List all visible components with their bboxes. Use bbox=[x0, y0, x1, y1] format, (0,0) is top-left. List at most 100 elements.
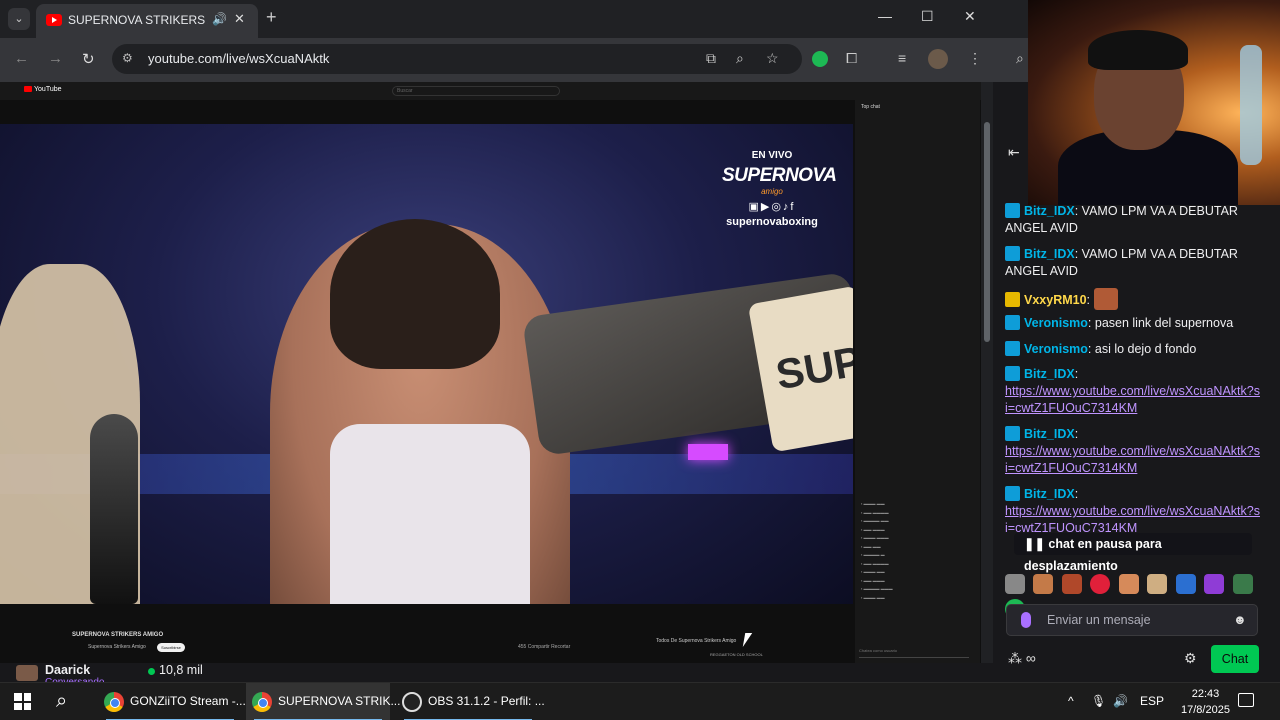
brand-logo-text: SUPERNOVA bbox=[722, 165, 837, 186]
emote-icon[interactable] bbox=[1175, 574, 1196, 594]
video-player[interactable]: SUP EN VIVO SUPERNOVA amigo ▣▶◎♪f supern… bbox=[0, 124, 853, 604]
social-handle: supernovaboxing bbox=[726, 216, 818, 228]
recommendation-chips[interactable]: Todos De Supernova Strikers Amigo bbox=[656, 638, 736, 644]
emote-icon[interactable] bbox=[1204, 574, 1225, 594]
close-tab-icon[interactable]: ✕ bbox=[234, 11, 245, 27]
chat-username[interactable]: Veronismo bbox=[1024, 342, 1088, 356]
windows-start-icon[interactable] bbox=[14, 693, 31, 710]
chat-message: Bitz_IDX: https://www.youtube.com/live/ws… bbox=[1005, 366, 1260, 415]
chrome-icon bbox=[104, 692, 124, 712]
emote-icon[interactable] bbox=[1033, 574, 1054, 594]
chat-header[interactable]: Top chat bbox=[861, 104, 880, 110]
badge-icon bbox=[1005, 366, 1020, 381]
media-controls-icon[interactable]: ≡ bbox=[898, 50, 906, 66]
chat-link[interactable]: https://www.youtube.com/live/wsXcuaNAktk… bbox=[1005, 384, 1260, 415]
search-lens-icon[interactable]: ⌕ bbox=[1016, 50, 1024, 67]
chat-username[interactable]: Bitz_IDX bbox=[1024, 204, 1075, 218]
streamer-cap bbox=[1088, 30, 1188, 70]
chat-message: Veronismo: asi lo dejo d fondo bbox=[1005, 341, 1260, 358]
streamer-name[interactable]: Daarick bbox=[45, 663, 90, 677]
youtube-search-input[interactable]: Buscar bbox=[392, 86, 560, 96]
back-arrow-icon[interactable]: ← bbox=[14, 50, 29, 67]
chat-username[interactable]: Bitz_IDX bbox=[1024, 427, 1075, 441]
search-icon[interactable]: ⌕ bbox=[56, 690, 67, 713]
taskbar-app-label: OBS 31.1.2 - Perfil: ... bbox=[428, 694, 545, 708]
chat-username[interactable]: Bitz_IDX bbox=[1024, 487, 1075, 501]
tab-active[interactable]: SUPERNOVA STRIKERS AMIG 🔊 ✕ bbox=[36, 4, 258, 38]
streamer-avatar[interactable] bbox=[16, 665, 38, 681]
system-clock[interactable]: 22:43 17/8/2025 bbox=[1181, 686, 1230, 718]
taskbar-app-label: GONZiiTO Stream -... bbox=[130, 694, 246, 708]
twitch-chat-input[interactable]: Enviar un mensaje ☻ bbox=[1006, 604, 1258, 636]
bookmark-star-icon[interactable]: ☆ bbox=[766, 50, 779, 67]
recommended-video-title[interactable]: REGGAETON OLD SCHOOL bbox=[710, 652, 763, 657]
channel-points-icon[interactable]: ⁂ ∞ bbox=[1008, 650, 1036, 667]
zoom-icon[interactable]: ⌕ bbox=[736, 50, 744, 67]
emote-icon[interactable] bbox=[1118, 574, 1139, 594]
reload-icon[interactable]: ↻ bbox=[82, 50, 95, 68]
speaker-icon[interactable]: 🔊 bbox=[212, 12, 227, 26]
tab-search-button[interactable]: ⌄ bbox=[8, 8, 30, 30]
emote-icon[interactable] bbox=[1005, 574, 1025, 594]
browser-window: ⌄ SUPERNOVA STRIKERS AMIG 🔊 ✕ + — ☐ ✕ ← … bbox=[0, 0, 1028, 663]
forward-arrow-icon[interactable]: → bbox=[48, 50, 63, 67]
obs-icon bbox=[402, 692, 422, 712]
maximize-icon[interactable]: ☐ bbox=[921, 8, 934, 25]
chat-link[interactable]: https://www.youtube.com/live/wsXcuaNAktk… bbox=[1005, 444, 1260, 475]
gear-icon[interactable]: ⚙ bbox=[1184, 650, 1197, 667]
badge-icon bbox=[1005, 341, 1020, 356]
youtube-chat-input[interactable]: Chatea como usuario bbox=[859, 648, 969, 658]
brand-sub-text: amigo bbox=[761, 187, 783, 196]
taskbar-app-obs[interactable]: OBS 31.1.2 - Perfil: ... bbox=[396, 683, 545, 720]
url-text[interactable]: youtube.com/live/wsXcuaNAktk bbox=[148, 51, 329, 66]
chat-username[interactable]: Bitz_IDX bbox=[1024, 367, 1075, 381]
notifications-icon[interactable] bbox=[1238, 693, 1254, 707]
install-app-icon[interactable]: ⧉ bbox=[706, 50, 716, 67]
stream-overlay-brand: EN VIVO SUPERNOVA amigo ▣▶◎♪f supernovab… bbox=[722, 150, 837, 228]
chat-username[interactable]: Veronismo bbox=[1024, 316, 1088, 330]
emoji-icon[interactable]: ☻ bbox=[1233, 612, 1247, 627]
badge-icon bbox=[1005, 246, 1020, 261]
tab-bar: ⌄ SUPERNOVA STRIKERS AMIG 🔊 ✕ + — ☐ ✕ bbox=[0, 0, 1028, 38]
volume-icon[interactable]: 🔊 bbox=[1113, 694, 1128, 708]
channel-name[interactable]: Supernova Strikers Amigo bbox=[88, 644, 146, 650]
youtube-logo[interactable]: YouTube bbox=[24, 86, 62, 93]
video-actions[interactable]: 455 Compartir Recortar bbox=[518, 644, 570, 650]
emote-icon[interactable] bbox=[1061, 574, 1082, 594]
chat-paused-banner[interactable]: ❚❚ chat en pausa para desplazamiento bbox=[1014, 533, 1252, 573]
scrollbar-thumb[interactable] bbox=[984, 122, 990, 342]
chat-link[interactable]: https://www.youtube.com/live/wsXcuaNAktk… bbox=[1005, 504, 1260, 532]
chat-input-placeholder: Enviar un mensaje bbox=[1047, 613, 1151, 627]
profile-avatar[interactable] bbox=[928, 49, 948, 69]
youtube-header: YouTube Buscar bbox=[0, 82, 993, 100]
input-language[interactable]: ESP bbox=[1140, 694, 1164, 708]
page-scrollbar[interactable] bbox=[981, 82, 993, 663]
site-info-icon[interactable]: ⚙ bbox=[122, 51, 133, 65]
chat-message: VxxyRM10: bbox=[1005, 288, 1260, 310]
extension-green-icon[interactable] bbox=[812, 51, 828, 67]
microphone-icon[interactable] bbox=[1021, 612, 1031, 628]
minimize-icon[interactable]: — bbox=[878, 8, 892, 24]
new-tab-button[interactable]: + bbox=[266, 7, 277, 28]
chat-username[interactable]: VxxyRM10 bbox=[1024, 293, 1087, 307]
chat-username[interactable]: Bitz_IDX bbox=[1024, 247, 1075, 261]
taskbar-app-label: SUPERNOVA STRIK... bbox=[278, 694, 401, 708]
taskbar-app-chrome-2[interactable]: SUPERNOVA STRIK... bbox=[246, 683, 400, 720]
emote-icon[interactable] bbox=[1090, 574, 1111, 594]
menu-dots-icon[interactable]: ⋮ bbox=[968, 50, 982, 67]
page-content: YouTube Buscar SUP EN VIVO SUPERNOVA ami… bbox=[0, 82, 993, 663]
points-symbol: ∞ bbox=[1025, 650, 1036, 666]
collapse-chat-icon[interactable]: ⇤ bbox=[1008, 144, 1020, 161]
close-window-icon[interactable]: ✕ bbox=[964, 8, 976, 25]
video-title: SUPERNOVA STRIKERS AMIGO bbox=[72, 632, 164, 638]
subscribe-button[interactable]: Suscribirse bbox=[157, 643, 185, 652]
emote-icon[interactable] bbox=[1232, 574, 1253, 594]
emote-icon[interactable] bbox=[1147, 574, 1168, 594]
show-hidden-icons-icon[interactable]: ^ bbox=[1068, 694, 1074, 708]
address-bar[interactable]: ⚙ youtube.com/live/wsXcuaNAktk bbox=[112, 44, 802, 74]
badge-icon bbox=[1005, 426, 1020, 441]
microphone-tray-icon[interactable]: 🎙 bbox=[1091, 694, 1106, 708]
extensions-puzzle-icon[interactable]: ⧠ bbox=[846, 50, 857, 67]
chat-send-button[interactable]: Chat bbox=[1211, 645, 1259, 673]
taskbar-app-chrome-1[interactable]: GONZiiTO Stream -... bbox=[98, 683, 246, 720]
